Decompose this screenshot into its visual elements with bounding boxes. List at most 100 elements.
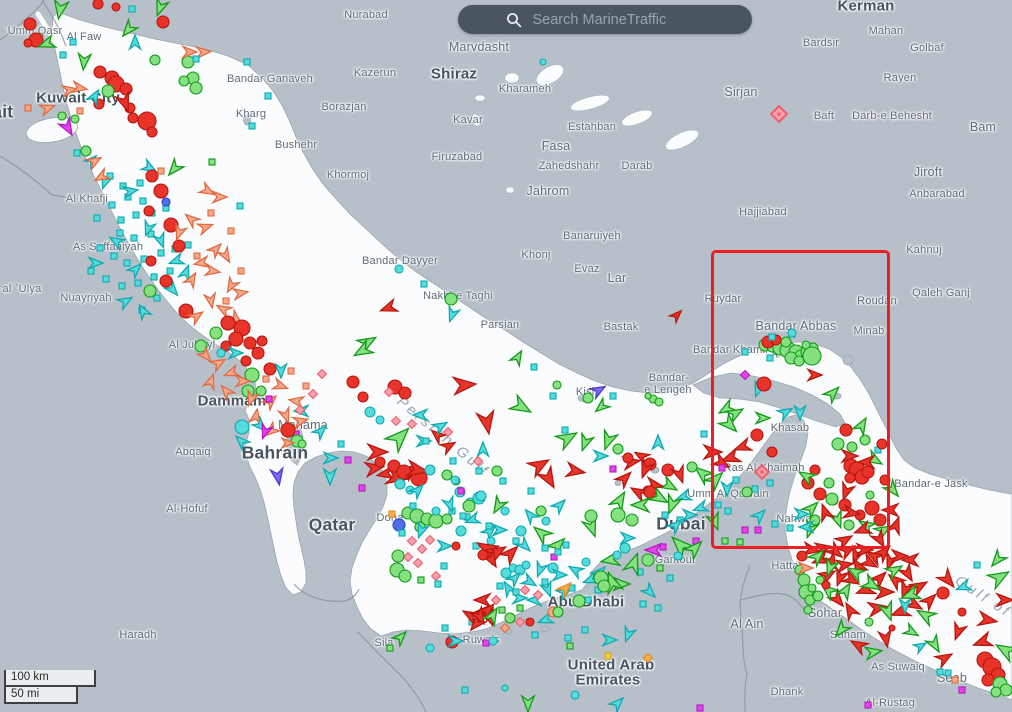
vessel-marker[interactable] [804, 606, 812, 614]
vessel-marker[interactable] [217, 382, 234, 400]
vessel-marker[interactable] [130, 35, 141, 49]
vessel-marker[interactable] [517, 605, 523, 611]
vessel-marker[interactable] [358, 392, 368, 402]
vessel-marker[interactable] [144, 285, 156, 297]
vessel-marker[interactable] [58, 112, 66, 120]
vessel-marker[interactable] [60, 52, 66, 58]
vessel-marker[interactable] [146, 256, 156, 266]
vessel-marker[interactable] [418, 577, 424, 583]
vessel-marker[interactable] [81, 146, 91, 156]
vessel-marker[interactable] [442, 514, 452, 524]
vessel-marker[interactable] [615, 468, 635, 488]
vessel-marker[interactable] [198, 219, 215, 234]
vessel-marker[interactable] [395, 265, 403, 273]
vessel-marker[interactable] [94, 215, 100, 221]
vessel-marker[interactable] [40, 100, 57, 115]
vessel-marker[interactable] [522, 561, 530, 569]
vessel-marker[interactable] [399, 387, 411, 399]
vessel-marker[interactable] [238, 268, 244, 274]
vessel-marker[interactable] [417, 544, 426, 553]
vessel-marker[interactable] [542, 579, 548, 585]
vessel-marker[interactable] [687, 462, 697, 472]
vessel-marker[interactable] [157, 16, 169, 28]
vessel-marker[interactable] [135, 302, 152, 320]
vessel-marker[interactable] [444, 307, 459, 324]
vessel-marker[interactable] [131, 235, 137, 241]
vessel-marker[interactable] [167, 268, 173, 274]
vessel-marker[interactable] [117, 293, 135, 310]
vessel-marker[interactable] [813, 591, 823, 601]
vessel-marker[interactable] [978, 612, 998, 629]
vessel-marker[interactable] [317, 369, 326, 378]
vessel-marker[interactable] [576, 433, 593, 452]
vessel-marker[interactable] [154, 184, 168, 198]
vessel-marker[interactable] [609, 694, 627, 712]
vessel-marker[interactable] [611, 508, 625, 522]
vessel-marker[interactable] [271, 468, 286, 486]
vessel-marker[interactable] [162, 198, 170, 206]
vessel-marker[interactable] [375, 457, 385, 467]
vessel-marker[interactable] [522, 696, 534, 712]
vessel-marker[interactable] [491, 595, 500, 604]
vessel-marker[interactable] [540, 59, 546, 65]
vessel-marker[interactable] [945, 670, 951, 676]
vessel-marker[interactable] [865, 645, 883, 660]
vessel-marker[interactable] [303, 383, 309, 389]
vessel-marker[interactable] [532, 632, 538, 638]
vessel-marker[interactable] [879, 630, 894, 648]
vessel-marker[interactable] [263, 376, 269, 382]
vessel-marker[interactable] [683, 510, 697, 521]
vessel-marker[interactable] [395, 479, 405, 489]
vessel-marker[interactable] [582, 627, 588, 633]
vessel-marker[interactable] [937, 587, 949, 599]
vessel-marker[interactable] [674, 552, 682, 560]
vessel-marker[interactable] [71, 115, 79, 123]
vessel-marker[interactable] [620, 627, 635, 644]
vessel-marker[interactable] [937, 669, 943, 675]
vessel-marker[interactable] [273, 378, 290, 393]
vessel-marker[interactable] [264, 363, 276, 375]
vessel-marker[interactable] [460, 513, 466, 519]
vessel-marker[interactable] [120, 83, 132, 95]
vessel-marker[interactable] [312, 422, 330, 440]
vessel-marker[interactable] [407, 536, 416, 545]
vessel-marker[interactable] [500, 623, 509, 632]
search-input[interactable] [531, 11, 705, 29]
vessel-marker[interactable] [210, 355, 228, 372]
vessel-marker[interactable] [425, 465, 435, 475]
vessel-marker[interactable] [199, 183, 217, 200]
vessel-marker[interactable] [603, 635, 617, 646]
vessel-marker[interactable] [203, 373, 218, 390]
vessel-marker[interactable] [865, 618, 873, 626]
vessel-marker[interactable] [451, 476, 459, 484]
vessel-marker[interactable] [644, 486, 656, 498]
vessel-marker[interactable] [567, 643, 573, 649]
vessel-marker[interactable] [392, 550, 404, 562]
vessel-marker[interactable] [347, 376, 359, 388]
vessel-marker[interactable] [526, 618, 534, 626]
vessel-marker[interactable] [391, 416, 400, 425]
vessel-marker[interactable] [266, 396, 272, 402]
vessel-marker[interactable] [643, 653, 652, 662]
vessel-marker[interactable] [407, 419, 416, 428]
vessel-marker[interactable] [542, 517, 550, 525]
vessel-marker[interactable] [281, 423, 295, 437]
vessel-marker[interactable] [97, 245, 103, 251]
vessel-marker[interactable] [530, 522, 553, 544]
vessel-marker[interactable] [573, 595, 585, 607]
vessel-marker[interactable] [565, 635, 571, 641]
vessel-marker[interactable] [645, 393, 651, 399]
vessel-marker[interactable] [288, 394, 304, 407]
vessel-marker[interactable] [137, 180, 143, 186]
vessel-marker[interactable] [669, 307, 684, 322]
vessel-marker[interactable] [338, 441, 344, 447]
vessel-marker[interactable] [204, 293, 217, 309]
vessel-marker[interactable] [221, 316, 235, 330]
vessel-marker[interactable] [592, 398, 610, 415]
vessel-marker[interactable] [991, 687, 1001, 697]
vessel-marker[interactable] [423, 438, 429, 444]
vessel-marker[interactable] [505, 613, 515, 623]
vessel-marker[interactable] [146, 170, 158, 182]
vessel-marker[interactable] [489, 637, 497, 645]
vessel-marker[interactable] [276, 364, 287, 378]
